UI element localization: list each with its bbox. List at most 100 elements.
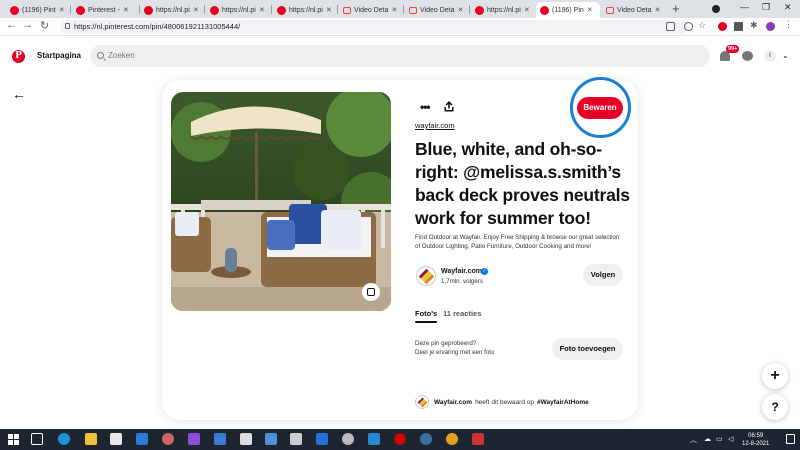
- chevron-down-icon[interactable]: ⌄: [782, 51, 789, 60]
- browser-tab[interactable]: (1196) Pint ✕: [6, 2, 68, 18]
- close-icon[interactable]: ✕: [655, 6, 661, 14]
- window-close-button[interactable]: ✕: [784, 2, 792, 13]
- tab-photos[interactable]: Foto's: [415, 309, 438, 323]
- browser-tab[interactable]: Pinterest - ✕: [72, 2, 138, 18]
- video-icon: [409, 6, 417, 14]
- app-icon[interactable]: [214, 433, 226, 445]
- close-icon[interactable]: ✕: [193, 6, 199, 14]
- app-icon[interactable]: [290, 433, 302, 445]
- pinterest-icon: [540, 5, 549, 15]
- tab-reactions[interactable]: 11 reacties: [443, 309, 481, 318]
- app-icon[interactable]: [420, 433, 432, 445]
- translate-icon[interactable]: [666, 22, 675, 31]
- add-photo-button[interactable]: Foto toevoegen: [552, 338, 623, 360]
- create-plus-button[interactable]: +: [762, 363, 788, 389]
- mail-icon[interactable]: [136, 433, 148, 445]
- app-icon[interactable]: [368, 433, 380, 445]
- pin-image[interactable]: [171, 92, 391, 311]
- help-button[interactable]: ?: [762, 394, 788, 420]
- windows-start-icon[interactable]: [8, 434, 19, 445]
- browser-tab-strip: (1196) Pint ✕ Pinterest - ✕ https://nl.pi…: [0, 0, 800, 18]
- video-icon: [343, 6, 351, 14]
- extension-icon[interactable]: [718, 22, 727, 31]
- pinterest-header: P Startpagina Zoeken 99+ I ⌄: [0, 37, 800, 75]
- store-icon[interactable]: [110, 433, 122, 445]
- lock-icon: [65, 23, 70, 29]
- app-icon[interactable]: [162, 433, 174, 445]
- puzzle-extensions-icon[interactable]: ✱: [750, 20, 758, 31]
- share-icon[interactable]: [444, 101, 454, 112]
- file-explorer-icon[interactable]: [85, 433, 97, 445]
- close-icon[interactable]: ✕: [524, 6, 530, 14]
- wayfair-logo-icon: [417, 397, 428, 408]
- maximize-button[interactable]: ❐: [762, 2, 770, 13]
- close-icon[interactable]: ✕: [123, 6, 129, 14]
- follower-count: 1,7mln. volgers: [441, 278, 483, 285]
- edge-icon[interactable]: [58, 433, 70, 445]
- browser-tab[interactable]: https://nl.pi ✕: [273, 2, 337, 18]
- word-icon[interactable]: [316, 433, 328, 445]
- app-icon[interactable]: [188, 433, 200, 445]
- pinterest-icon: [10, 5, 19, 15]
- pinterest-icon: [210, 5, 219, 15]
- notification-badge: 99+: [726, 45, 740, 53]
- forward-arrow-icon[interactable]: →: [22, 19, 33, 31]
- browser-tab[interactable]: https://nl.pi ✕: [471, 2, 535, 18]
- volume-icon[interactable]: ◁: [728, 435, 733, 443]
- wayfair-avatar[interactable]: [415, 395, 429, 409]
- chrome-icon[interactable]: [446, 433, 458, 445]
- pinterest-icon: [76, 5, 85, 15]
- browser-tab[interactable]: https://nl.pi ✕: [140, 2, 204, 18]
- reload-icon[interactable]: ↻: [40, 19, 49, 32]
- saved-board-link[interactable]: #WayfairAtHome: [537, 399, 589, 406]
- battery-icon[interactable]: ▭: [716, 435, 723, 443]
- photos-icon[interactable]: [265, 433, 277, 445]
- more-options-icon[interactable]: •••: [420, 100, 431, 114]
- back-arrow-icon[interactable]: ←: [6, 19, 17, 31]
- app-icon[interactable]: [472, 433, 484, 445]
- close-icon[interactable]: ✕: [392, 6, 398, 14]
- search-input[interactable]: Zoeken: [90, 45, 710, 67]
- browser-tab-active[interactable]: (1196) Pin ✕: [536, 2, 600, 18]
- record-icon[interactable]: [394, 433, 406, 445]
- profile-avatar-icon[interactable]: [766, 22, 775, 31]
- app-icon[interactable]: [240, 433, 252, 445]
- browser-tab[interactable]: Video Deta ✕: [602, 2, 666, 18]
- browser-tab[interactable]: Video Deta ✕: [405, 2, 469, 18]
- new-tab-button[interactable]: +: [672, 1, 680, 16]
- extension-icon[interactable]: [734, 22, 743, 31]
- clock[interactable]: 06:59 12-8-2021: [742, 432, 769, 448]
- close-icon[interactable]: ✕: [587, 6, 593, 14]
- browser-tab[interactable]: Video Deta ✕: [339, 2, 403, 18]
- messages-icon[interactable]: [742, 51, 753, 61]
- saved-by-name[interactable]: Wayfair.com: [434, 399, 472, 406]
- zoom-icon[interactable]: [684, 22, 693, 31]
- settings-gear-icon[interactable]: [342, 433, 354, 445]
- home-link[interactable]: Startpagina: [37, 51, 81, 60]
- close-icon[interactable]: ✕: [326, 6, 332, 14]
- bookmark-star-icon[interactable]: ☆: [698, 20, 706, 31]
- pinterest-icon: [277, 5, 286, 15]
- close-icon[interactable]: ✕: [458, 6, 464, 14]
- address-bar[interactable]: https://nl.pinterest.com/pin/48006192113…: [60, 20, 688, 34]
- cloud-icon[interactable]: ☁: [704, 435, 711, 443]
- close-icon[interactable]: ✕: [59, 6, 65, 14]
- profile-avatar[interactable]: [416, 266, 436, 286]
- profile-name[interactable]: Wayfair.com: [441, 268, 482, 275]
- patio-photo: [171, 92, 391, 311]
- avatar[interactable]: I: [764, 50, 776, 62]
- profile-menu-icon[interactable]: [712, 5, 720, 13]
- browser-tab[interactable]: https://nl.pi ✕: [206, 2, 270, 18]
- source-link[interactable]: wayfair.com: [415, 121, 455, 130]
- notification-center-icon[interactable]: [786, 434, 795, 444]
- minimize-button[interactable]: —: [740, 2, 749, 12]
- browser-menu-icon[interactable]: ⋮: [784, 19, 793, 30]
- task-view-icon[interactable]: [31, 433, 43, 445]
- close-icon[interactable]: ✕: [259, 6, 265, 14]
- pinterest-logo-icon[interactable]: P: [12, 50, 25, 63]
- visual-search-button[interactable]: [362, 283, 380, 301]
- back-arrow-icon[interactable]: ←: [12, 86, 26, 102]
- tray-chevron-icon[interactable]: ︿: [690, 435, 697, 445]
- follow-button[interactable]: Volgen: [583, 264, 623, 286]
- browser-toolbar: ← → ↻ https://nl.pinterest.com/pin/48006…: [0, 18, 800, 36]
